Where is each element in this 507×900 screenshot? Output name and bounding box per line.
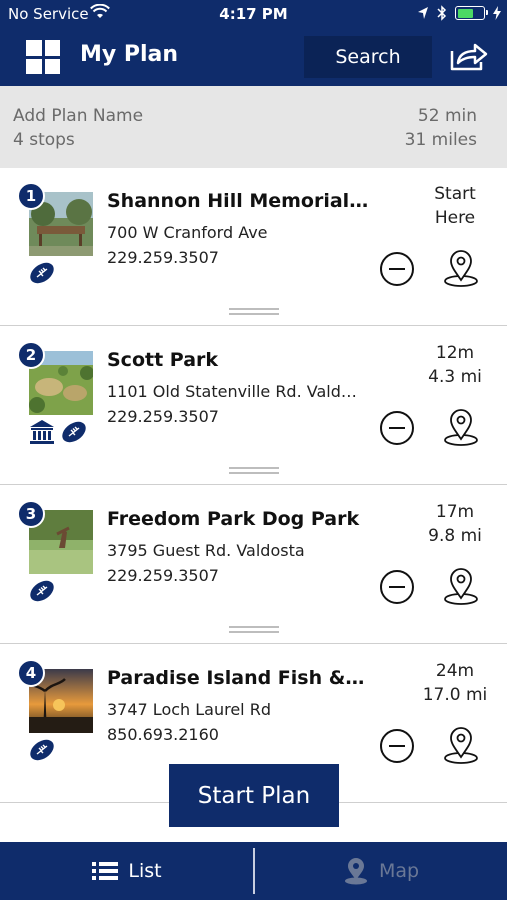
remove-stop-icon[interactable] <box>379 410 415 446</box>
football-icon <box>30 739 54 761</box>
category-icons <box>28 737 56 763</box>
total-duration: 52 min <box>417 106 477 126</box>
stop-item[interactable]: 2 Scott Park 1101 Old Statenville Rd. Va… <box>0 327 507 485</box>
stop-name[interactable]: Shannon Hill Memorial P... <box>107 190 369 212</box>
stop-phone[interactable]: 850.693.2160 <box>107 725 219 744</box>
directions-pin-icon[interactable] <box>442 407 480 447</box>
bottom-tab-bar: List Map <box>0 842 507 900</box>
museum-icon <box>30 420 54 444</box>
stop-travel-info: 24m 17.0 mi <box>410 659 500 707</box>
drag-handle[interactable] <box>229 308 279 315</box>
stop-address: 3747 Loch Laurel Rd <box>107 700 271 719</box>
stop-count: 4 stops <box>13 130 75 150</box>
grid-menu-icon[interactable] <box>26 40 60 74</box>
search-button[interactable]: Search <box>304 36 432 78</box>
stop-address: 1101 Old Statenville Rd. Valdo... <box>107 382 363 401</box>
plan-summary: Add Plan Name 4 stops 52 min 31 miles <box>0 86 507 168</box>
stop-travel-info: Start Here <box>410 182 500 230</box>
tab-map[interactable]: Map <box>255 842 507 900</box>
page-title: My Plan <box>80 42 179 67</box>
football-icon <box>30 262 54 284</box>
football-icon <box>30 580 54 602</box>
tab-list[interactable]: List <box>0 842 254 900</box>
football-icon <box>62 421 86 443</box>
stop-phone[interactable]: 229.259.3507 <box>107 407 219 426</box>
stop-travel-info: 17m 9.8 mi <box>410 500 500 548</box>
category-icons <box>28 578 56 604</box>
stop-travel-distance: 4.3 mi <box>428 367 482 387</box>
status-bar: No Service 4:17 PM <box>0 0 507 28</box>
battery-icon <box>455 6 488 20</box>
total-distance: 31 miles <box>404 130 477 150</box>
remove-stop-icon[interactable] <box>379 728 415 764</box>
location-arrow-icon <box>418 7 428 19</box>
stop-name[interactable]: Freedom Park Dog Park <box>107 508 369 530</box>
category-icons <box>28 260 56 286</box>
stop-number-badge: 1 <box>17 182 45 210</box>
bluetooth-icon <box>437 5 447 21</box>
directions-pin-icon[interactable] <box>442 566 480 606</box>
stop-travel-time: 12m <box>435 343 475 363</box>
stop-address: 3795 Guest Rd. Valdosta <box>107 541 305 560</box>
stop-number-badge: 2 <box>17 341 45 369</box>
stop-travel-distance: 9.8 mi <box>428 526 482 546</box>
category-icons <box>28 419 88 445</box>
stop-name[interactable]: Scott Park <box>107 349 369 371</box>
tab-list-label: List <box>128 860 162 882</box>
plan-name-input[interactable]: Add Plan Name <box>13 106 143 126</box>
stop-travel-distance: 17.0 mi <box>422 685 488 705</box>
charging-bolt-icon <box>493 6 501 20</box>
map-pin-icon <box>344 858 367 885</box>
stop-travel-time: 17m <box>435 502 475 522</box>
stop-travel-info: 12m 4.3 mi <box>410 341 500 389</box>
remove-stop-icon[interactable] <box>379 569 415 605</box>
stop-number-badge: 4 <box>17 659 45 687</box>
stop-name[interactable]: Paradise Island Fish & R... <box>107 667 369 689</box>
stop-travel-line1: Start <box>434 184 476 204</box>
stop-travel-line2: Here <box>434 208 476 228</box>
stop-address: 700 W Cranford Ave <box>107 223 268 242</box>
stop-item[interactable]: 3 Freedom Park Dog Park 3795 Guest Rd. V… <box>0 486 507 644</box>
stop-phone[interactable]: 229.259.3507 <box>107 248 219 267</box>
drag-handle[interactable] <box>229 626 279 633</box>
stop-phone[interactable]: 229.259.3507 <box>107 566 219 585</box>
stop-item[interactable]: 1 Shannon Hill Memorial P... 700 W Cranf… <box>0 168 507 326</box>
tab-map-label: Map <box>378 860 420 882</box>
directions-pin-icon[interactable] <box>442 248 480 288</box>
stop-travel-time: 24m <box>435 661 475 681</box>
directions-pin-icon[interactable] <box>442 725 480 765</box>
share-icon[interactable] <box>448 42 488 72</box>
nav-bar: My Plan Search <box>0 28 507 86</box>
stop-number-badge: 3 <box>17 500 45 528</box>
start-plan-button[interactable]: Start Plan <box>169 764 339 827</box>
remove-stop-icon[interactable] <box>379 251 415 287</box>
drag-handle[interactable] <box>229 467 279 474</box>
list-icon <box>92 862 119 880</box>
